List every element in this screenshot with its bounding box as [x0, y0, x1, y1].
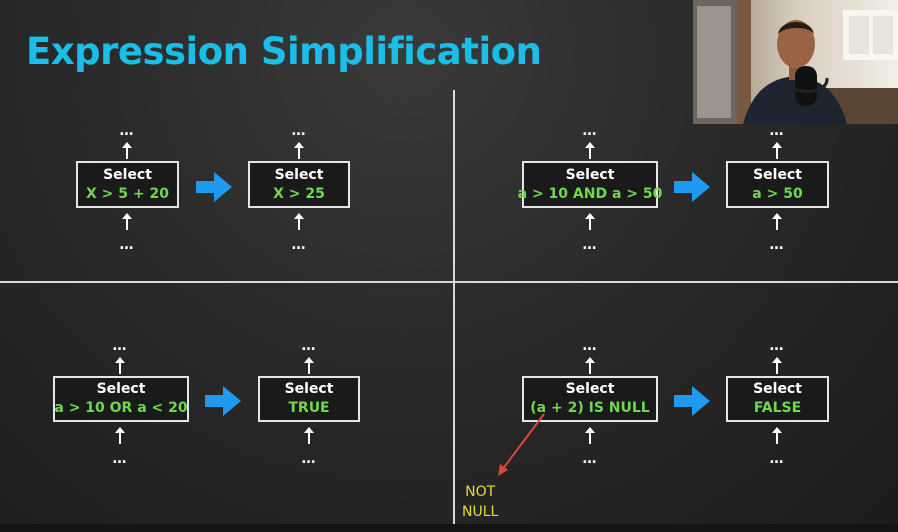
annotation-line: NULL	[462, 504, 499, 520]
node-predicate: a > 10 AND a > 50	[517, 185, 663, 202]
ellipsis-output-top: …	[291, 123, 307, 139]
ellipsis-output-bottom: …	[769, 451, 785, 467]
up-arrow-icon	[585, 213, 595, 230]
node-keyword: Select	[274, 166, 324, 183]
bottom-bar	[0, 524, 898, 532]
select-node-before: Select a > 10 AND a > 50	[518, 161, 662, 208]
up-arrow-icon	[772, 357, 782, 374]
annotation-not-null: NOT NULL	[462, 482, 498, 522]
up-arrow-icon	[772, 427, 782, 444]
up-arrow-icon	[122, 213, 132, 230]
select-node-after: Select X > 25	[248, 161, 350, 208]
select-node-after: Select a > 50	[726, 161, 829, 208]
up-arrow-icon	[585, 427, 595, 444]
up-arrow-icon	[294, 213, 304, 230]
ellipsis-output-top: …	[769, 123, 785, 139]
right-arrow-icon	[674, 172, 710, 202]
presenter-video-frame	[693, 0, 898, 124]
ellipsis-input-bottom: …	[582, 451, 598, 467]
up-arrow-icon	[304, 427, 314, 444]
slide-title: Expression Simplification	[26, 30, 542, 73]
node-keyword: Select	[284, 381, 334, 397]
node-predicate: TRUE	[288, 400, 330, 416]
node-keyword: Select	[565, 166, 615, 183]
node-keyword: Select	[565, 381, 615, 397]
up-arrow-icon	[122, 142, 132, 159]
ellipsis-input-bottom: …	[112, 451, 128, 467]
ellipsis-input-bottom: …	[582, 237, 598, 253]
node-keyword: Select	[96, 381, 146, 397]
annotation-line: NOT	[465, 484, 496, 500]
ellipsis-input-bottom: …	[119, 237, 135, 253]
right-arrow-icon	[674, 386, 710, 416]
ellipsis-input-top: …	[112, 338, 128, 354]
node-keyword: Select	[103, 166, 152, 183]
select-node-before: Select X > 5 + 20	[76, 161, 179, 208]
vertical-divider	[453, 90, 455, 524]
node-predicate: FALSE	[753, 400, 802, 416]
ellipsis-input-top: …	[582, 338, 598, 354]
node-predicate: X > 5 + 20	[86, 185, 169, 202]
ellipsis-output-bottom: …	[301, 451, 317, 467]
ellipsis-output-top: …	[769, 338, 785, 354]
ellipsis-output-top: …	[301, 338, 317, 354]
node-keyword: Select	[753, 381, 802, 397]
node-predicate: X > 25	[273, 185, 325, 202]
node-predicate: a > 50	[752, 185, 803, 202]
annotation-arrow-icon	[498, 413, 545, 476]
select-node-before: Select a > 10 OR a < 20	[53, 376, 189, 422]
ellipsis-output-bottom: …	[769, 237, 785, 253]
select-node-after: Select FALSE	[726, 376, 829, 422]
select-node-after: Select TRUE	[258, 376, 360, 422]
up-arrow-icon	[585, 357, 595, 374]
horizontal-divider	[0, 281, 898, 283]
ellipsis-input-top: …	[119, 123, 135, 139]
up-arrow-icon	[304, 357, 314, 374]
right-arrow-icon	[205, 386, 241, 416]
up-arrow-icon	[772, 213, 782, 230]
node-keyword: Select	[753, 166, 802, 183]
up-arrow-icon	[294, 142, 304, 159]
node-predicate: a > 10 OR a < 20	[54, 400, 188, 416]
up-arrow-icon	[115, 427, 125, 444]
presenter-webcam	[693, 0, 898, 124]
up-arrow-icon	[585, 142, 595, 159]
up-arrow-icon	[115, 357, 125, 374]
ellipsis-output-bottom: …	[291, 237, 307, 253]
up-arrow-icon	[772, 142, 782, 159]
right-arrow-icon	[196, 172, 232, 202]
ellipsis-input-top: …	[582, 123, 598, 139]
